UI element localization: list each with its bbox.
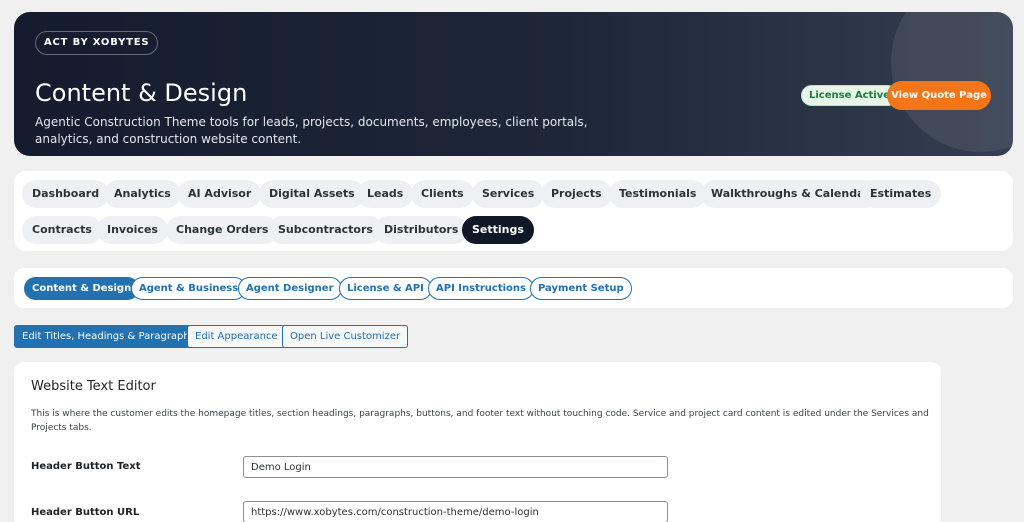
tab-ai-advisor[interactable]: AI Advisor	[178, 180, 262, 208]
header-button-url-input[interactable]	[243, 501, 668, 522]
header-button-text-label: Header Button Text	[31, 461, 141, 472]
editor-description: This is where the customer edits the hom…	[31, 409, 929, 433]
tab-clients[interactable]: Clients	[411, 180, 474, 208]
open-customizer-button[interactable]: Open Live Customizer	[282, 325, 409, 348]
tab-walkthroughs-calendar[interactable]: Walkthroughs & Calendar	[701, 180, 880, 208]
hero-header: ACT BY XOBYTES Content & Design Agentic …	[14, 12, 1013, 156]
tab-subcontractors[interactable]: Subcontractors	[268, 216, 383, 244]
tab-leads[interactable]: Leads	[357, 180, 414, 208]
tab-analytics[interactable]: Analytics	[104, 180, 181, 208]
edit-appearance-button[interactable]: Edit Appearance	[187, 325, 286, 348]
tab-projects[interactable]: Projects	[541, 180, 612, 208]
tab-testimonials[interactable]: Testimonials	[609, 180, 707, 208]
tab-digital-assets[interactable]: Digital Assets	[259, 180, 365, 208]
view-quote-page-button[interactable]: View Quote Page	[887, 81, 991, 110]
tab-settings[interactable]: Settings	[462, 216, 534, 244]
settings-subtabs-bar: Content & Design Agent & Business Agent …	[14, 268, 1013, 308]
license-status-badge: License Active	[801, 85, 899, 106]
page-description: Agentic Construction Theme tools for lea…	[35, 115, 588, 146]
brand-pill: ACT BY XOBYTES	[35, 31, 159, 55]
header-button-url-label: Header Button URL	[31, 507, 140, 518]
tab-contracts[interactable]: Contracts	[22, 216, 102, 244]
page-title: Content & Design	[35, 79, 248, 107]
tab-services[interactable]: Services	[472, 180, 545, 208]
website-text-editor-card: Website Text Editor This is where the cu…	[14, 362, 941, 522]
subtab-agent-business[interactable]: Agent & Business	[131, 277, 247, 300]
editor-title: Website Text Editor	[31, 379, 156, 394]
tab-invoices[interactable]: Invoices	[97, 216, 168, 244]
subtab-payment-setup[interactable]: Payment Setup	[530, 277, 632, 300]
subtab-api-instructions[interactable]: API Instructions	[428, 277, 534, 300]
subtab-content-design[interactable]: Content & Design	[24, 277, 140, 300]
tab-distributors[interactable]: Distributors	[374, 216, 469, 244]
subtab-license-api[interactable]: License & API	[339, 277, 432, 300]
header-button-text-input[interactable]	[243, 456, 668, 478]
tab-dashboard[interactable]: Dashboard	[22, 180, 110, 208]
subtab-agent-designer[interactable]: Agent Designer	[238, 277, 342, 300]
tab-change-orders[interactable]: Change Orders	[166, 216, 279, 244]
main-tabs-bar: Dashboard Analytics AI Advisor Digital A…	[14, 171, 1013, 251]
edit-titles-button[interactable]: Edit Titles, Headings & Paragraphs	[14, 325, 203, 348]
tab-estimates[interactable]: Estimates	[860, 180, 942, 208]
